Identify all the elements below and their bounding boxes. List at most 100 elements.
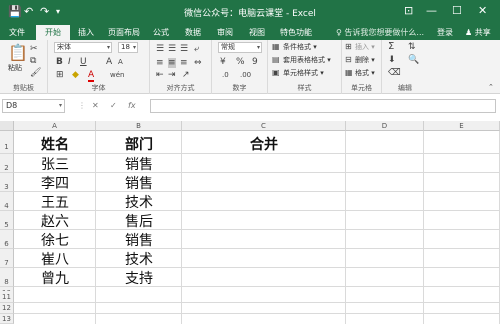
- collapse-ribbon-icon[interactable]: ⌃: [488, 82, 494, 92]
- row-header-1[interactable]: 1: [0, 131, 14, 154]
- cell-c1[interactable]: 合并: [182, 134, 346, 154]
- row-header-5[interactable]: 5: [0, 211, 14, 230]
- wrap-text-icon[interactable]: ⤶: [194, 44, 199, 54]
- underline-button[interactable]: U: [80, 57, 87, 67]
- cancel-icon[interactable]: ✕: [92, 100, 99, 112]
- conditional-format-button[interactable]: 条件格式 ▾: [283, 42, 317, 52]
- font-size-select[interactable]: 18 ▾: [118, 42, 138, 53]
- fill-icon[interactable]: ⬇: [388, 55, 396, 65]
- row-header-2[interactable]: 2: [0, 154, 14, 173]
- clear-icon[interactable]: ⌫: [388, 68, 401, 78]
- number-format-select[interactable]: 常规 ▾: [218, 42, 262, 53]
- align-center-icon[interactable]: ≡: [168, 58, 176, 68]
- decrease-indent-icon[interactable]: ⇤: [156, 70, 164, 80]
- tab-home[interactable]: 开始: [36, 25, 70, 40]
- cell-a5[interactable]: 赵六: [14, 211, 96, 231]
- tab-review[interactable]: 审阅: [212, 25, 238, 40]
- row-header-7[interactable]: 7: [0, 249, 14, 268]
- find-select-icon[interactable]: 🔍: [408, 55, 419, 65]
- paste-icon[interactable]: 📋: [8, 44, 28, 62]
- percent-button[interactable]: %: [236, 57, 245, 67]
- column-header-c[interactable]: C: [182, 121, 346, 131]
- tab-formulas[interactable]: 公式: [148, 25, 174, 40]
- cell-a6[interactable]: 徐七: [14, 230, 96, 250]
- enter-icon[interactable]: ✓: [110, 100, 117, 112]
- align-bottom-icon[interactable]: ☰: [180, 44, 188, 54]
- row-header-6[interactable]: 6: [0, 230, 14, 249]
- align-middle-icon[interactable]: ☰: [168, 44, 176, 54]
- cell-b8[interactable]: 支持: [96, 268, 182, 288]
- cell-styles-button[interactable]: 单元格样式 ▾: [283, 68, 324, 78]
- fill-color-icon[interactable]: ◆: [72, 70, 79, 80]
- column-header-e[interactable]: E: [424, 121, 500, 131]
- cell-a4[interactable]: 王五: [14, 192, 96, 212]
- italic-button[interactable]: I: [68, 57, 71, 67]
- cut-icon[interactable]: ✂: [30, 44, 38, 54]
- currency-icon[interactable]: ¥: [220, 57, 226, 67]
- cell-b5[interactable]: 售后: [96, 211, 182, 231]
- merge-center-icon[interactable]: ⇔: [194, 58, 202, 68]
- row-header-11[interactable]: 11: [0, 291, 14, 303]
- undo-icon[interactable]: ↶: [24, 4, 33, 20]
- tab-view[interactable]: 视图: [244, 25, 270, 40]
- tab-data[interactable]: 数据: [180, 25, 206, 40]
- row-header-8[interactable]: 8: [0, 268, 14, 287]
- formula-input[interactable]: [150, 99, 496, 113]
- delete-cells-button[interactable]: 删除 ▾: [355, 55, 375, 65]
- cell-b7[interactable]: 技术: [96, 249, 182, 269]
- align-top-icon[interactable]: ☰: [156, 44, 164, 54]
- increase-indent-icon[interactable]: ⇥: [168, 70, 176, 80]
- column-header-a[interactable]: A: [14, 121, 96, 131]
- maximize-button[interactable]: ☐: [452, 4, 462, 18]
- border-icon[interactable]: ⊞: [56, 70, 64, 80]
- paste-button[interactable]: 粘贴: [8, 63, 22, 73]
- row-header-4[interactable]: 4: [0, 192, 14, 211]
- shrink-font-button[interactable]: A: [118, 57, 123, 67]
- format-cells-button[interactable]: 格式 ▾: [355, 68, 375, 78]
- font-color-icon[interactable]: A: [88, 70, 95, 82]
- cell-b3[interactable]: 销售: [96, 173, 182, 193]
- column-header-d[interactable]: D: [346, 121, 424, 131]
- cell-a2[interactable]: 张三: [14, 154, 96, 174]
- tab-file[interactable]: 文件: [4, 25, 30, 40]
- row-header-3[interactable]: 3: [0, 173, 14, 192]
- cell-b6[interactable]: 销售: [96, 230, 182, 250]
- tell-me-search[interactable]: ♀ 告诉我您想要做什么...: [336, 25, 424, 40]
- align-left-icon[interactable]: ≡: [156, 58, 164, 68]
- decrease-decimal-icon[interactable]: .00: [240, 70, 251, 80]
- insert-cells-button[interactable]: 插入 ▾: [355, 42, 375, 52]
- sort-filter-icon[interactable]: ⇅: [408, 42, 416, 52]
- cell-b1[interactable]: 部门: [96, 134, 182, 154]
- format-painter-icon[interactable]: 🖌: [30, 68, 41, 78]
- redo-icon[interactable]: ↷: [40, 4, 49, 20]
- save-icon[interactable]: 💾: [8, 4, 22, 20]
- phonetic-button[interactable]: wén: [110, 70, 124, 80]
- bold-button[interactable]: B: [56, 57, 63, 67]
- font-name-select[interactable]: 宋体 ▾: [54, 42, 112, 53]
- cell-a1[interactable]: 姓名: [14, 134, 96, 154]
- cell-b4[interactable]: 技术: [96, 192, 182, 212]
- copy-icon[interactable]: ⧉: [30, 56, 36, 66]
- cell-a8[interactable]: 曾九: [14, 268, 96, 288]
- close-button[interactable]: ✕: [478, 4, 487, 18]
- cell-a3[interactable]: 李四: [14, 173, 96, 193]
- tab-insert[interactable]: 插入: [72, 25, 100, 40]
- select-all-corner[interactable]: [0, 121, 14, 131]
- cell-a7[interactable]: 崔八: [14, 249, 96, 269]
- name-box[interactable]: D8 ▾: [2, 99, 65, 113]
- column-header-b[interactable]: B: [96, 121, 182, 131]
- row-header-12[interactable]: 12: [0, 303, 14, 314]
- increase-decimal-icon[interactable]: .0: [222, 70, 229, 80]
- format-as-table-button[interactable]: 套用表格格式 ▾: [283, 55, 331, 65]
- insert-function-icon[interactable]: fx: [128, 100, 136, 112]
- minimize-button[interactable]: —: [426, 4, 437, 18]
- login-button[interactable]: 登录: [437, 25, 453, 40]
- cell-b2[interactable]: 销售: [96, 154, 182, 174]
- grow-font-button[interactable]: A: [106, 57, 112, 67]
- comma-style-button[interactable]: 9: [252, 57, 258, 67]
- share-button[interactable]: ♟ 共享: [465, 25, 491, 40]
- tab-page-layout[interactable]: 页面布局: [104, 25, 144, 40]
- customize-quick-access-icon[interactable]: ▾: [56, 4, 60, 20]
- ribbon-display-options-icon[interactable]: ⊡: [404, 4, 413, 18]
- autosum-icon[interactable]: Σ: [388, 42, 394, 52]
